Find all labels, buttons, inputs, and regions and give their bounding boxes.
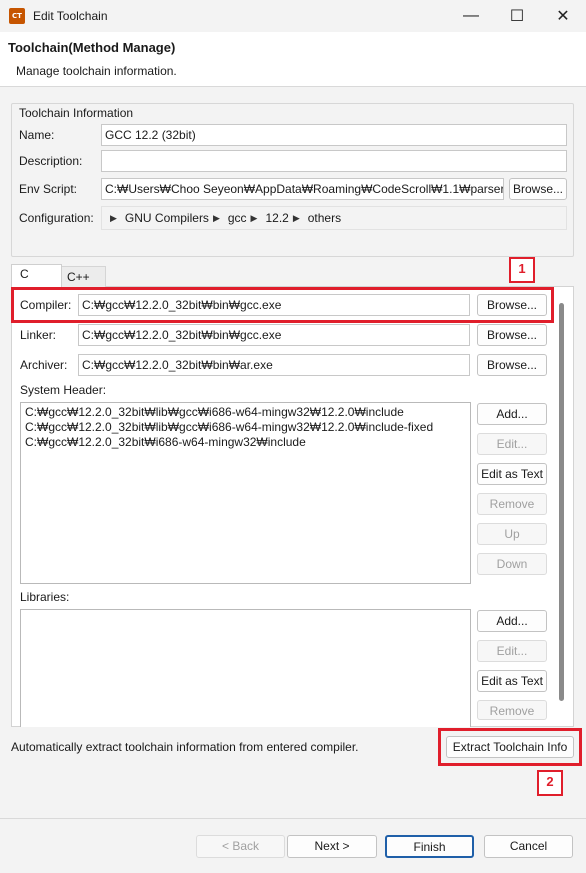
- name-field[interactable]: GCC 12.2 (32bit): [101, 124, 567, 146]
- close-button[interactable]: ✕: [540, 0, 586, 32]
- env-script-field[interactable]: C:₩Users₩Choo Seyeon₩AppData₩Roaming₩Cod…: [101, 178, 504, 200]
- linker-browse-button[interactable]: Browse...: [477, 324, 547, 346]
- header-remove-button[interactable]: Remove: [477, 493, 547, 515]
- list-item[interactable]: C:₩gcc₩12.2.0_32bit₩i686-w64-mingw32₩inc…: [25, 435, 466, 450]
- breadcrumb-arrow-icon: ▶: [292, 212, 300, 223]
- page-title: Toolchain(Method Manage): [8, 40, 176, 55]
- configuration-breadcrumb[interactable]: ▶ GNU Compilers ▶ gcc ▶ 12.2 ▶ others: [101, 206, 567, 230]
- libraries-label: Libraries:: [20, 590, 70, 604]
- next-button[interactable]: Next >: [287, 835, 377, 858]
- back-button[interactable]: < Back: [196, 835, 285, 858]
- close-icon: ✕: [556, 8, 570, 25]
- footer-divider: [0, 818, 586, 819]
- env-script-label: Env Script:: [19, 182, 78, 196]
- annotation-highlight-extract: [438, 728, 582, 766]
- linker-label: Linker:: [20, 328, 57, 342]
- finish-button[interactable]: Finish: [385, 835, 474, 858]
- tab-cpp[interactable]: C++: [61, 266, 106, 287]
- system-header-label: System Header:: [20, 383, 107, 397]
- description-label: Description:: [19, 154, 83, 168]
- maximize-button[interactable]: ☐: [494, 0, 540, 32]
- archiver-field[interactable]: C:₩gcc₩12.2.0_32bit₩bin₩ar.exe: [78, 354, 470, 376]
- window-title: Edit Toolchain: [33, 9, 108, 23]
- libraries-edit-button[interactable]: Edit...: [477, 640, 547, 662]
- libraries-list[interactable]: [20, 609, 471, 727]
- breadcrumb-item[interactable]: gcc: [228, 211, 247, 225]
- annotation-badge-2: 2: [537, 770, 563, 796]
- toolchain-info-legend: Toolchain Information: [17, 106, 136, 120]
- linker-field[interactable]: C:₩gcc₩12.2.0_32bit₩bin₩gcc.exe: [78, 324, 470, 346]
- header-down-button[interactable]: Down: [477, 553, 547, 575]
- breadcrumb-arrow-icon: ▶: [110, 212, 117, 223]
- minimize-icon: —: [463, 7, 479, 24]
- extract-description: Automatically extract toolchain informat…: [11, 740, 359, 754]
- header-add-button[interactable]: Add...: [477, 403, 547, 425]
- breadcrumb-item[interactable]: 12.2: [265, 211, 288, 225]
- breadcrumb-arrow-icon: ▶: [212, 212, 220, 223]
- libraries-remove-button[interactable]: Remove: [477, 700, 547, 720]
- name-label: Name:: [19, 128, 55, 142]
- header-divider: [0, 86, 586, 87]
- header-edit-as-text-button[interactable]: Edit as Text: [477, 463, 547, 485]
- minimize-button[interactable]: —: [448, 0, 494, 32]
- panel-scrollbar[interactable]: [559, 303, 564, 701]
- annotation-highlight-compiler: [11, 287, 554, 323]
- breadcrumb-item[interactable]: others: [308, 211, 341, 225]
- app-icon: CT: [9, 8, 25, 24]
- header-up-button[interactable]: Up: [477, 523, 547, 545]
- system-header-list[interactable]: C:₩gcc₩12.2.0_32bit₩lib₩gcc₩i686-w64-min…: [20, 402, 471, 584]
- libraries-add-button[interactable]: Add...: [477, 610, 547, 632]
- list-item[interactable]: C:₩gcc₩12.2.0_32bit₩lib₩gcc₩i686-w64-min…: [25, 405, 466, 420]
- list-item[interactable]: C:₩gcc₩12.2.0_32bit₩lib₩gcc₩i686-w64-min…: [25, 420, 466, 435]
- annotation-badge-1: 1: [509, 257, 535, 283]
- header-edit-button[interactable]: Edit...: [477, 433, 547, 455]
- archiver-browse-button[interactable]: Browse...: [477, 354, 547, 376]
- breadcrumb-item[interactable]: GNU Compilers: [125, 211, 209, 225]
- archiver-label: Archiver:: [20, 358, 68, 372]
- configuration-label: Configuration:: [19, 211, 94, 225]
- env-browse-button[interactable]: Browse...: [509, 178, 567, 200]
- breadcrumb-arrow-icon: ▶: [250, 212, 258, 223]
- libraries-edit-as-text-button[interactable]: Edit as Text: [477, 670, 547, 692]
- page-subtitle: Manage toolchain information.: [16, 64, 177, 78]
- maximize-icon: ☐: [509, 8, 525, 25]
- description-field[interactable]: [101, 150, 567, 172]
- tab-c[interactable]: C: [11, 264, 62, 287]
- cancel-button[interactable]: Cancel: [484, 835, 573, 858]
